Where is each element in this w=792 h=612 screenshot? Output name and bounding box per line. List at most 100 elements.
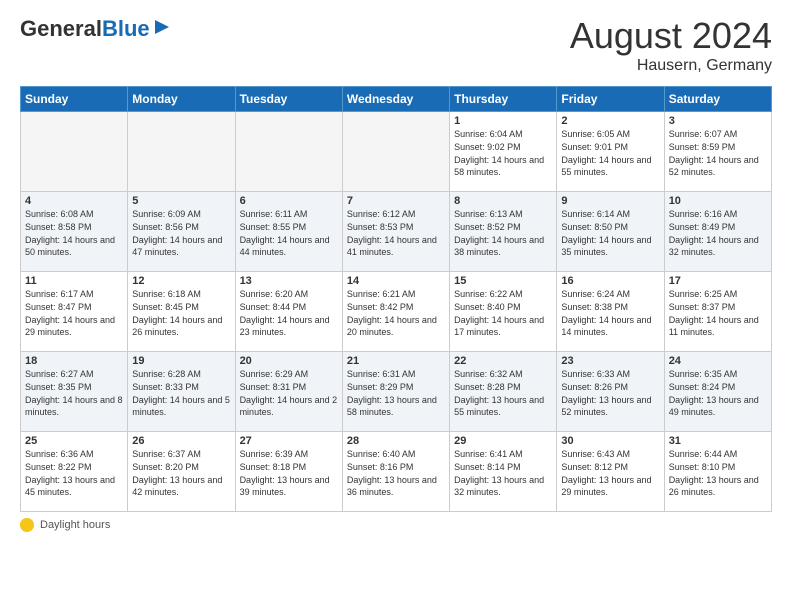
day-number: 16 <box>561 275 659 287</box>
day-info: Sunrise: 6:40 AMSunset: 8:16 PMDaylight:… <box>347 448 445 498</box>
calendar-cell <box>342 112 449 192</box>
calendar-cell: 30Sunrise: 6:43 AMSunset: 8:12 PMDayligh… <box>557 432 664 512</box>
header-day-tuesday: Tuesday <box>235 87 342 112</box>
day-info: Sunrise: 6:25 AMSunset: 8:37 PMDaylight:… <box>669 288 767 338</box>
calendar-cell: 23Sunrise: 6:33 AMSunset: 8:26 PMDayligh… <box>557 352 664 432</box>
day-number: 28 <box>347 435 445 447</box>
calendar-cell: 26Sunrise: 6:37 AMSunset: 8:20 PMDayligh… <box>128 432 235 512</box>
header-day-saturday: Saturday <box>664 87 771 112</box>
day-number: 6 <box>240 195 338 207</box>
calendar-cell: 15Sunrise: 6:22 AMSunset: 8:40 PMDayligh… <box>450 272 557 352</box>
day-number: 20 <box>240 355 338 367</box>
day-info: Sunrise: 6:09 AMSunset: 8:56 PMDaylight:… <box>132 208 230 258</box>
day-info: Sunrise: 6:20 AMSunset: 8:44 PMDaylight:… <box>240 288 338 338</box>
day-number: 8 <box>454 195 552 207</box>
calendar-cell: 1Sunrise: 6:04 AMSunset: 9:02 PMDaylight… <box>450 112 557 192</box>
day-info: Sunrise: 6:36 AMSunset: 8:22 PMDaylight:… <box>25 448 123 498</box>
calendar-cell: 10Sunrise: 6:16 AMSunset: 8:49 PMDayligh… <box>664 192 771 272</box>
logo: General Blue <box>20 16 171 41</box>
day-info: Sunrise: 6:12 AMSunset: 8:53 PMDaylight:… <box>347 208 445 258</box>
day-info: Sunrise: 6:11 AMSunset: 8:55 PMDaylight:… <box>240 208 338 258</box>
calendar-cell: 20Sunrise: 6:29 AMSunset: 8:31 PMDayligh… <box>235 352 342 432</box>
header-day-wednesday: Wednesday <box>342 87 449 112</box>
main-container: General Blue August 2024 Hausern, German… <box>0 0 792 542</box>
calendar-header-row: SundayMondayTuesdayWednesdayThursdayFrid… <box>21 87 772 112</box>
day-number: 4 <box>25 195 123 207</box>
calendar-cell <box>21 112 128 192</box>
calendar-table: SundayMondayTuesdayWednesdayThursdayFrid… <box>20 86 772 512</box>
day-info: Sunrise: 6:04 AMSunset: 9:02 PMDaylight:… <box>454 128 552 178</box>
day-info: Sunrise: 6:08 AMSunset: 8:58 PMDaylight:… <box>25 208 123 258</box>
calendar-cell: 11Sunrise: 6:17 AMSunset: 8:47 PMDayligh… <box>21 272 128 352</box>
week-row-2: 4Sunrise: 6:08 AMSunset: 8:58 PMDaylight… <box>21 192 772 272</box>
day-info: Sunrise: 6:28 AMSunset: 8:33 PMDaylight:… <box>132 368 230 418</box>
day-number: 29 <box>454 435 552 447</box>
day-info: Sunrise: 6:13 AMSunset: 8:52 PMDaylight:… <box>454 208 552 258</box>
week-row-3: 11Sunrise: 6:17 AMSunset: 8:47 PMDayligh… <box>21 272 772 352</box>
day-info: Sunrise: 6:22 AMSunset: 8:40 PMDaylight:… <box>454 288 552 338</box>
calendar-cell: 18Sunrise: 6:27 AMSunset: 8:35 PMDayligh… <box>21 352 128 432</box>
day-info: Sunrise: 6:33 AMSunset: 8:26 PMDaylight:… <box>561 368 659 418</box>
day-number: 18 <box>25 355 123 367</box>
day-number: 9 <box>561 195 659 207</box>
day-number: 17 <box>669 275 767 287</box>
sun-icon <box>20 518 34 532</box>
day-number: 3 <box>669 115 767 127</box>
day-info: Sunrise: 6:07 AMSunset: 8:59 PMDaylight:… <box>669 128 767 178</box>
day-info: Sunrise: 6:41 AMSunset: 8:14 PMDaylight:… <box>454 448 552 498</box>
day-number: 26 <box>132 435 230 447</box>
day-info: Sunrise: 6:27 AMSunset: 8:35 PMDaylight:… <box>25 368 123 418</box>
day-number: 23 <box>561 355 659 367</box>
day-number: 24 <box>669 355 767 367</box>
header-day-friday: Friday <box>557 87 664 112</box>
week-row-1: 1Sunrise: 6:04 AMSunset: 9:02 PMDaylight… <box>21 112 772 192</box>
calendar-cell: 8Sunrise: 6:13 AMSunset: 8:52 PMDaylight… <box>450 192 557 272</box>
day-number: 31 <box>669 435 767 447</box>
calendar-cell: 16Sunrise: 6:24 AMSunset: 8:38 PMDayligh… <box>557 272 664 352</box>
day-number: 1 <box>454 115 552 127</box>
day-info: Sunrise: 6:05 AMSunset: 9:01 PMDaylight:… <box>561 128 659 178</box>
day-number: 13 <box>240 275 338 287</box>
calendar-cell <box>128 112 235 192</box>
calendar-cell: 24Sunrise: 6:35 AMSunset: 8:24 PMDayligh… <box>664 352 771 432</box>
week-row-5: 25Sunrise: 6:36 AMSunset: 8:22 PMDayligh… <box>21 432 772 512</box>
day-number: 14 <box>347 275 445 287</box>
calendar-cell: 4Sunrise: 6:08 AMSunset: 8:58 PMDaylight… <box>21 192 128 272</box>
day-info: Sunrise: 6:37 AMSunset: 8:20 PMDaylight:… <box>132 448 230 498</box>
day-info: Sunrise: 6:44 AMSunset: 8:10 PMDaylight:… <box>669 448 767 498</box>
day-info: Sunrise: 6:18 AMSunset: 8:45 PMDaylight:… <box>132 288 230 338</box>
calendar-cell: 19Sunrise: 6:28 AMSunset: 8:33 PMDayligh… <box>128 352 235 432</box>
header-day-monday: Monday <box>128 87 235 112</box>
calendar-cell <box>235 112 342 192</box>
day-number: 22 <box>454 355 552 367</box>
logo-general: General <box>20 18 102 40</box>
day-number: 19 <box>132 355 230 367</box>
calendar-cell: 22Sunrise: 6:32 AMSunset: 8:28 PMDayligh… <box>450 352 557 432</box>
day-number: 5 <box>132 195 230 207</box>
day-info: Sunrise: 6:39 AMSunset: 8:18 PMDaylight:… <box>240 448 338 498</box>
day-number: 25 <box>25 435 123 447</box>
day-info: Sunrise: 6:17 AMSunset: 8:47 PMDaylight:… <box>25 288 123 338</box>
day-info: Sunrise: 6:32 AMSunset: 8:28 PMDaylight:… <box>454 368 552 418</box>
month-title: August 2024 <box>570 16 772 56</box>
day-number: 10 <box>669 195 767 207</box>
calendar-cell: 27Sunrise: 6:39 AMSunset: 8:18 PMDayligh… <box>235 432 342 512</box>
calendar-cell: 6Sunrise: 6:11 AMSunset: 8:55 PMDaylight… <box>235 192 342 272</box>
calendar-cell: 25Sunrise: 6:36 AMSunset: 8:22 PMDayligh… <box>21 432 128 512</box>
title-section: August 2024 Hausern, Germany <box>570 16 772 76</box>
header-day-thursday: Thursday <box>450 87 557 112</box>
day-info: Sunrise: 6:24 AMSunset: 8:38 PMDaylight:… <box>561 288 659 338</box>
day-info: Sunrise: 6:31 AMSunset: 8:29 PMDaylight:… <box>347 368 445 418</box>
daylight-label: Daylight hours <box>40 519 110 531</box>
day-number: 27 <box>240 435 338 447</box>
location: Hausern, Germany <box>570 56 772 77</box>
week-row-4: 18Sunrise: 6:27 AMSunset: 8:35 PMDayligh… <box>21 352 772 432</box>
day-number: 15 <box>454 275 552 287</box>
footer: Daylight hours <box>20 518 772 532</box>
day-number: 2 <box>561 115 659 127</box>
header-day-sunday: Sunday <box>21 87 128 112</box>
calendar-cell: 5Sunrise: 6:09 AMSunset: 8:56 PMDaylight… <box>128 192 235 272</box>
calendar-cell: 7Sunrise: 6:12 AMSunset: 8:53 PMDaylight… <box>342 192 449 272</box>
calendar-cell: 9Sunrise: 6:14 AMSunset: 8:50 PMDaylight… <box>557 192 664 272</box>
calendar-cell: 14Sunrise: 6:21 AMSunset: 8:42 PMDayligh… <box>342 272 449 352</box>
